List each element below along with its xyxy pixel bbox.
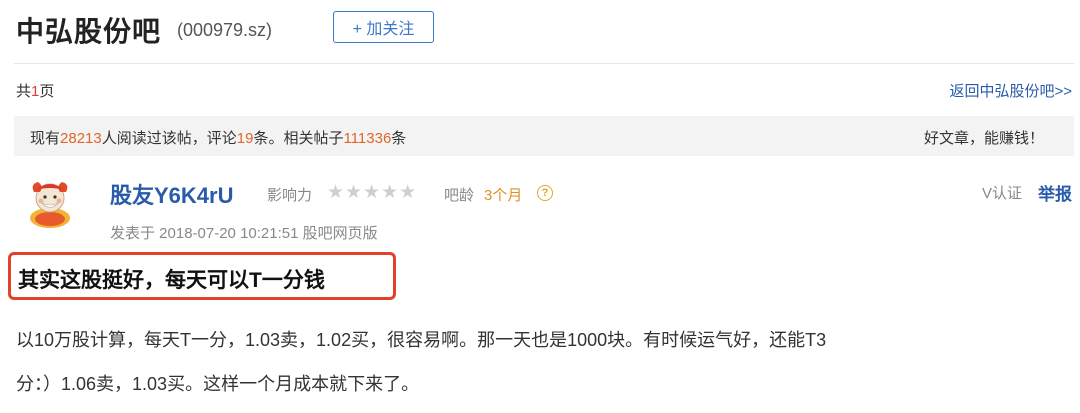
stock-code: (000979.sz) <box>177 20 273 40</box>
help-icon[interactable]: ? <box>537 185 553 201</box>
page-count: 共1页 <box>16 80 54 101</box>
follow-button[interactable]: + 加关注 <box>333 11 434 43</box>
read-count: 28213 <box>60 130 102 147</box>
bar-title: 中弘股份吧 <box>16 16 162 47</box>
stats-text: 现有28213人阅读过该帖，评论19条。相关帖子111336条 <box>30 127 406 148</box>
post-meta: 发表于 2018-07-20 10:21:51 股吧网页版 <box>110 225 378 242</box>
post-body: 以10万股计算，每天T一分，1.03卖，1.02买，很容易啊。那一天也是1000… <box>16 318 1026 406</box>
post-title: 其实这股挺好，每天可以T一分钱 <box>18 269 325 292</box>
post-body-line: 以10万股计算，每天T一分，1.03卖，1.02买，很容易啊。那一天也是1000… <box>16 330 827 350</box>
good-article-button[interactable]: 好文章，能赚钱！ <box>924 127 1044 148</box>
influence-label: 影响力 <box>267 187 313 204</box>
page-count-suffix: 页 <box>39 83 55 100</box>
page-count-prefix: 共 <box>16 83 32 100</box>
stats-text-4: 条 <box>391 130 407 147</box>
related-count: 111336 <box>343 130 392 147</box>
header-divider <box>14 63 1074 64</box>
bar-age-label: 吧龄 <box>444 187 475 204</box>
back-to-bar-link[interactable]: 返回中弘股份吧>> <box>949 80 1072 101</box>
stats-text-1: 现有 <box>30 130 61 147</box>
comment-count: 19 <box>236 130 254 147</box>
mascot-avatar-icon[interactable] <box>22 178 78 228</box>
post-body-line: 分：）1.06卖，1.03买。这样一个月成本就下来了。 <box>16 374 420 394</box>
influence-stars-icon: ★★★★★ <box>327 182 418 203</box>
bar-age-value: 3个月 <box>484 187 523 204</box>
stats-text-2: 人阅读过该帖，评论 <box>101 130 237 147</box>
stats-text-3: 条。相关帖子 <box>253 130 344 147</box>
author-name[interactable]: 股友Y6K4rU <box>110 178 233 210</box>
v-certification-link[interactable]: V认证 <box>982 182 1022 203</box>
report-button[interactable]: 举报 <box>1038 180 1072 205</box>
